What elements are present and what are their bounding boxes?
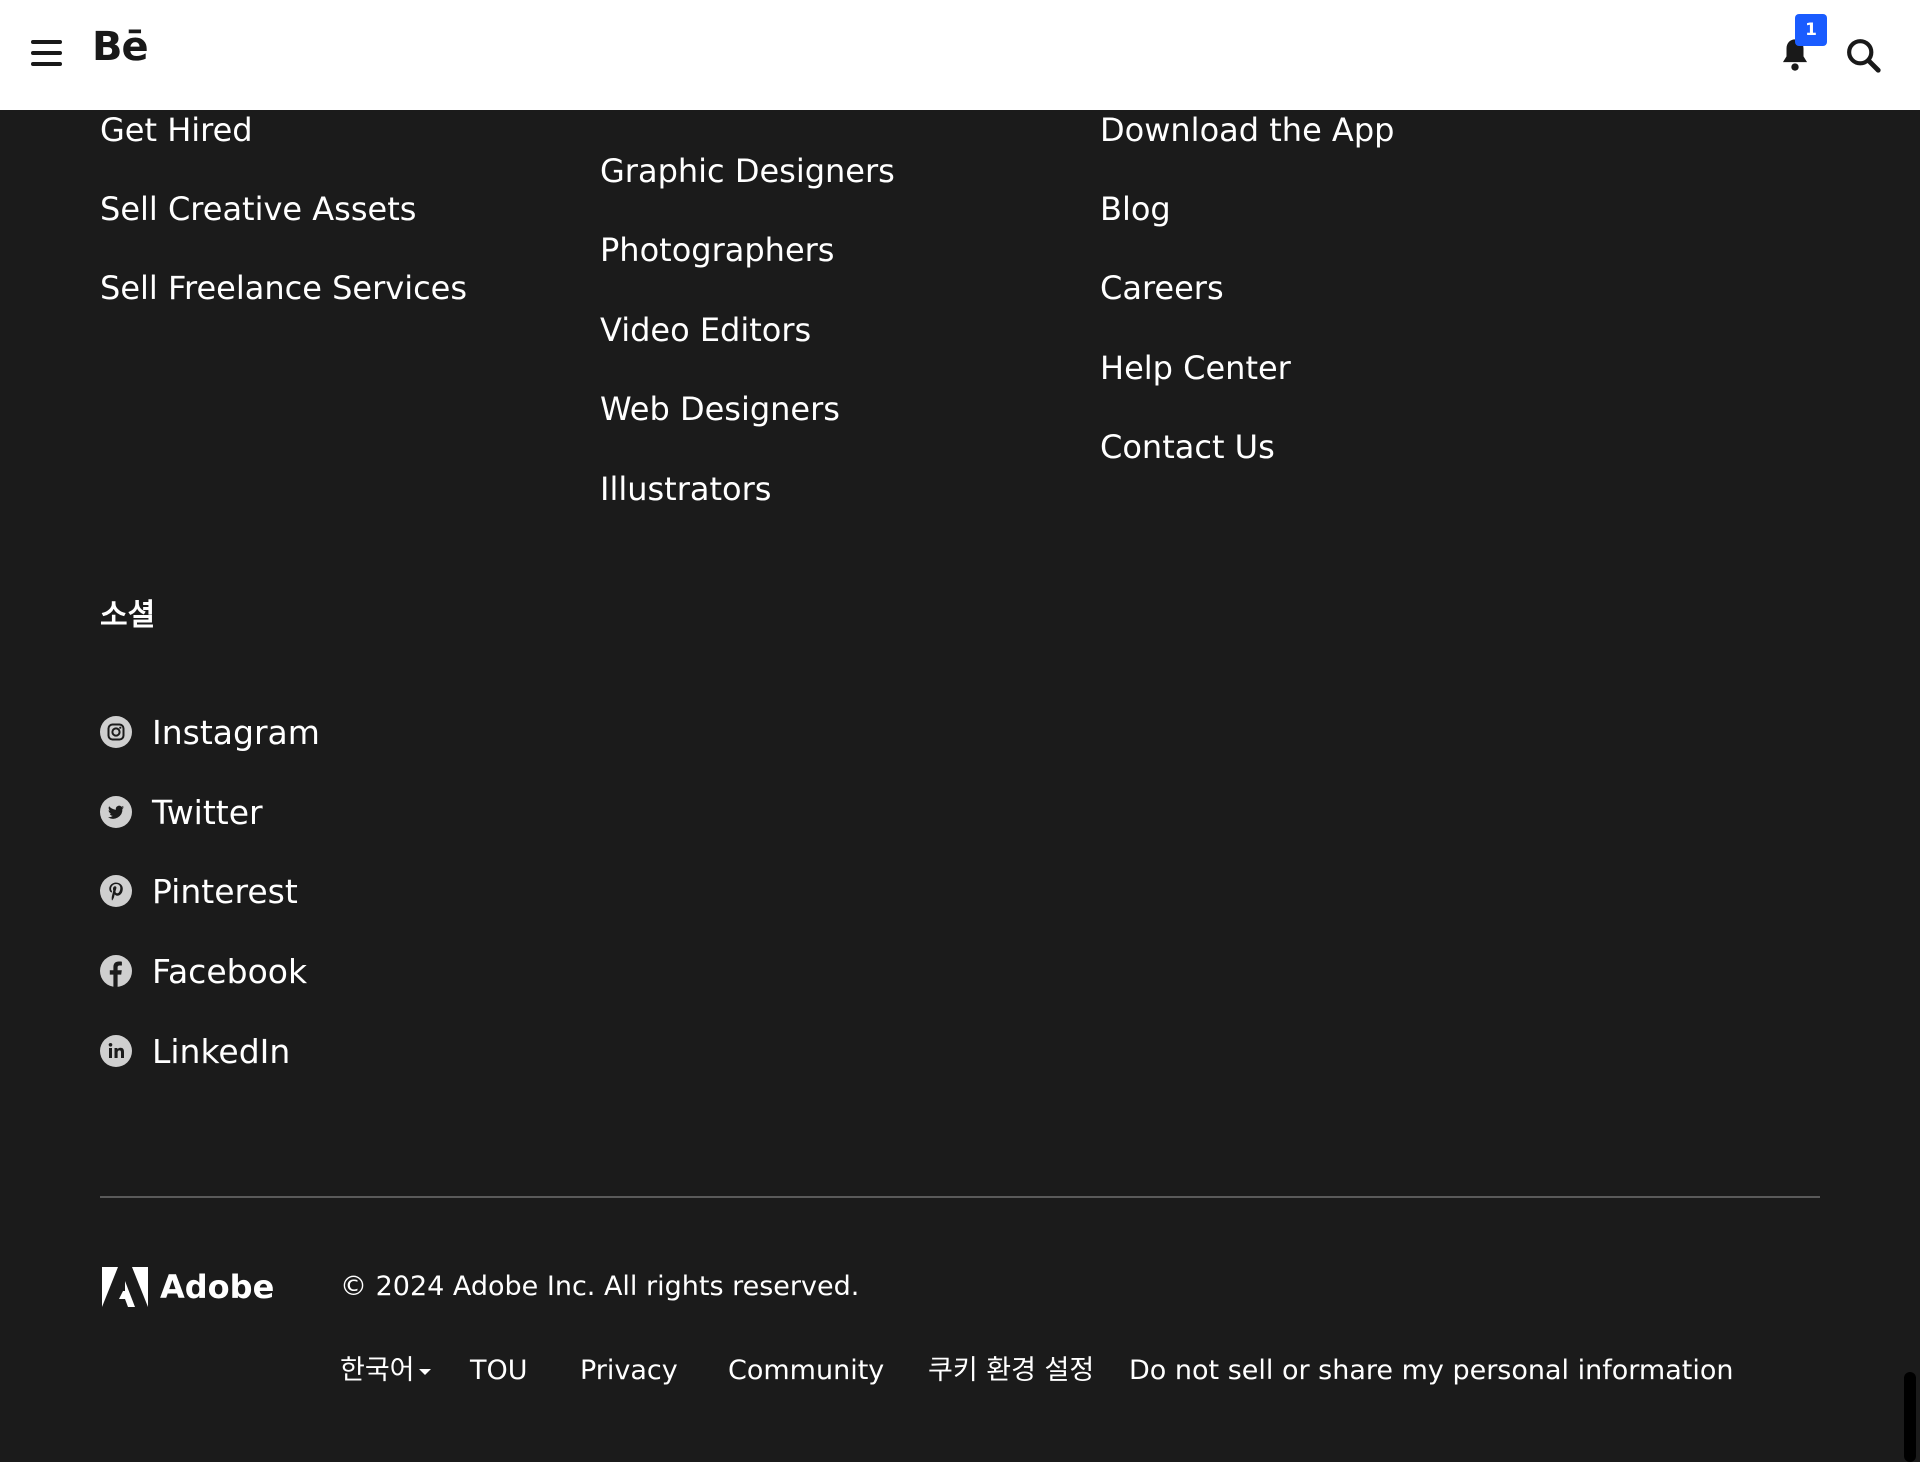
- social-link-pinterest[interactable]: Pinterest: [100, 871, 298, 911]
- footer-link-blog[interactable]: Blog: [1100, 189, 1171, 229]
- social-label: Pinterest: [152, 871, 298, 911]
- language-selector[interactable]: 한국어: [340, 1351, 431, 1391]
- footer-link-get-hired[interactable]: Get Hired: [100, 110, 253, 150]
- footer-link-web-designers[interactable]: Web Designers: [600, 389, 840, 429]
- pinterest-icon: [100, 875, 132, 907]
- social-link-facebook[interactable]: Facebook: [100, 951, 307, 991]
- linkedin-icon: [100, 1035, 132, 1067]
- language-label: 한국어: [340, 1355, 415, 1386]
- scrollbar-thumb[interactable]: [1904, 1372, 1916, 1462]
- top-navigation-bar: Bē 1: [0, 0, 1920, 110]
- footer-link-careers[interactable]: Careers: [1100, 268, 1224, 308]
- footer-divider: [100, 1196, 1820, 1198]
- search-icon[interactable]: [1845, 36, 1881, 74]
- footer-link-sell-creative-assets[interactable]: Sell Creative Assets: [100, 189, 416, 229]
- footer-link-sell-freelance-services[interactable]: Sell Freelance Services: [100, 268, 467, 308]
- behance-logo[interactable]: Bē: [92, 24, 149, 70]
- footer-link-graphic-designers[interactable]: Graphic Designers: [600, 151, 895, 191]
- chevron-down-icon: [418, 1368, 431, 1375]
- footer-link-download-app[interactable]: Download the App: [1100, 110, 1394, 150]
- copyright-text: © 2024 Adobe Inc. All rights reserved.: [340, 1271, 860, 1302]
- footer-link-illustrators[interactable]: Illustrators: [600, 469, 771, 509]
- adobe-logo[interactable]: Adobe: [102, 1267, 274, 1307]
- twitter-icon: [100, 796, 132, 828]
- notification-count-badge: 1: [1795, 14, 1827, 46]
- social-link-linkedin[interactable]: LinkedIn: [100, 1031, 290, 1071]
- hamburger-menu-icon[interactable]: [31, 38, 63, 68]
- social-label: LinkedIn: [152, 1031, 291, 1071]
- social-label: Twitter: [152, 792, 263, 832]
- footer-link-help-center[interactable]: Help Center: [1100, 348, 1291, 388]
- legal-link-privacy[interactable]: Privacy: [580, 1351, 678, 1391]
- social-heading: 소셜: [100, 598, 156, 633]
- facebook-icon: [100, 955, 132, 987]
- social-link-twitter[interactable]: Twitter: [100, 792, 263, 832]
- legal-link-tou[interactable]: TOU: [470, 1351, 528, 1391]
- legal-link-community[interactable]: Community: [728, 1351, 884, 1391]
- instagram-icon: [100, 716, 132, 748]
- social-link-instagram[interactable]: Instagram: [100, 712, 320, 752]
- legal-link-cookie-settings[interactable]: 쿠키 환경 설정: [928, 1351, 1094, 1391]
- footer-link-video-editors[interactable]: Video Editors: [600, 310, 811, 350]
- adobe-wordmark: Adobe: [160, 1268, 275, 1306]
- footer-link-photographers[interactable]: Photographers: [600, 230, 834, 270]
- adobe-logo-icon: [102, 1267, 148, 1307]
- legal-link-do-not-sell[interactable]: Do not sell or share my personal informa…: [1129, 1351, 1733, 1391]
- footer-link-contact-us[interactable]: Contact Us: [1100, 427, 1275, 467]
- social-label: Facebook: [152, 951, 308, 991]
- social-label: Instagram: [152, 712, 320, 752]
